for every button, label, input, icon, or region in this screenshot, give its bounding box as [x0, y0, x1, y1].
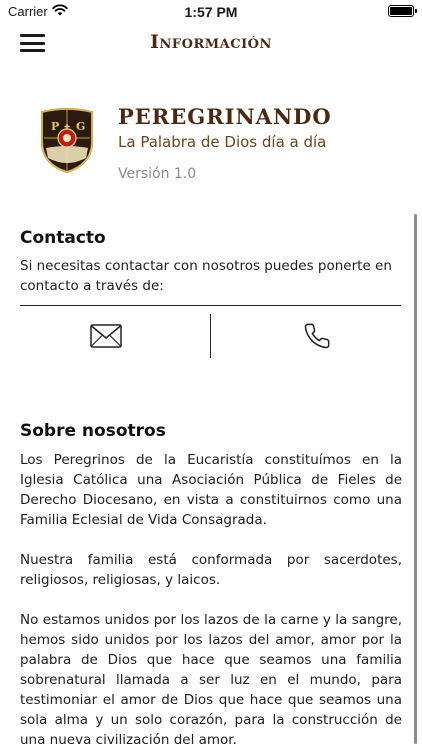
contact-description: Si necesitas contactar con nosotros pued… [20, 258, 392, 294]
about-paragraph-3: No estamos unidos por los lazos de la ca… [20, 612, 402, 748]
status-bar: Carrier 1:57 PM [0, 0, 422, 24]
about-paragraph-1: Los Peregrinos de la Eucaristía constitu… [20, 452, 402, 528]
envelope-icon[interactable] [90, 324, 122, 348]
app-tagline: La Palabra de Dios día a día [118, 133, 327, 151]
about-heading: Sobre nosotros [20, 421, 166, 441]
page-title: Información [150, 31, 272, 53]
about-body: Los Peregrinos de la Eucaristía constitu… [20, 450, 402, 750]
clock: 1:57 PM [184, 4, 238, 20]
scrollbar[interactable] [414, 214, 417, 744]
app-name: PEREGRINANDO [118, 104, 332, 129]
app-version: Versión 1.0 [118, 166, 197, 182]
battery-icon [388, 5, 417, 17]
contact-heading: Contacto [20, 228, 106, 248]
contact-vertical-divider [210, 314, 211, 358]
phone-icon[interactable] [303, 322, 331, 350]
navigation-bar: Información [0, 24, 422, 62]
app-logo: P G [41, 108, 93, 174]
contact-divider [20, 305, 401, 306]
logo-letter-g: G [76, 120, 85, 133]
logo-letter-p: P [51, 120, 59, 133]
about-paragraph-2: Nuestra familia está conformada por sace… [20, 552, 402, 588]
